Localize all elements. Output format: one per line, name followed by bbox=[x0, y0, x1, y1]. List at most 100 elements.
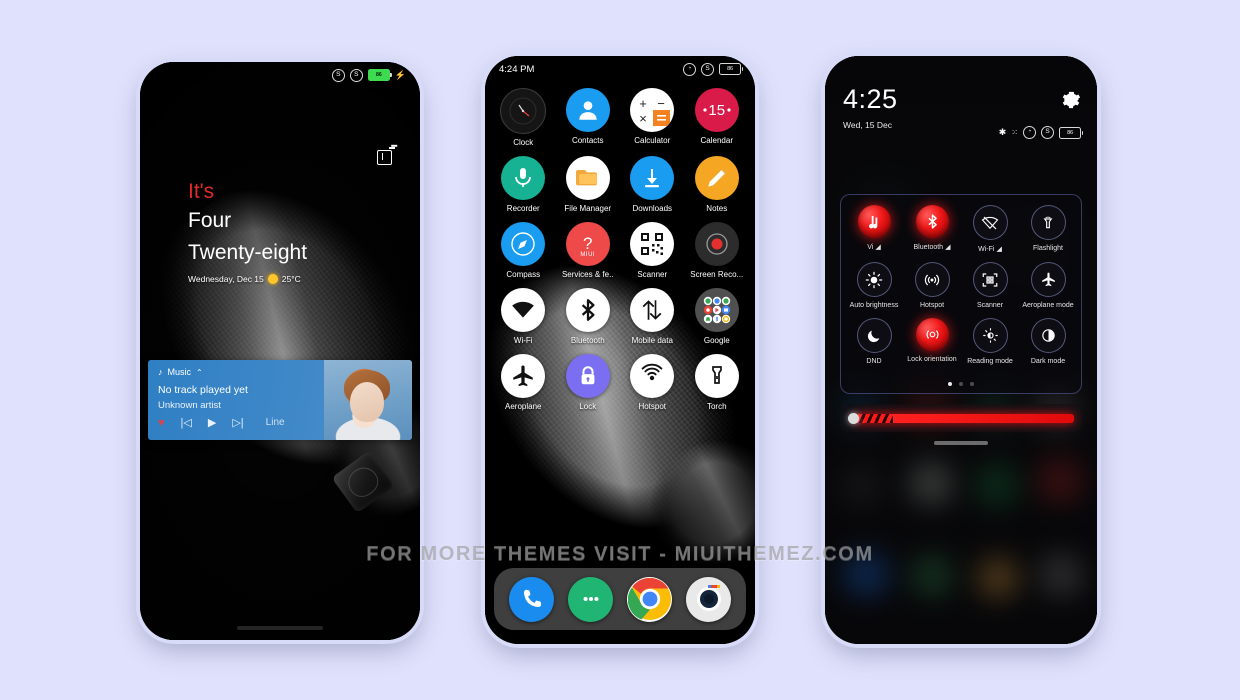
scanner-icon bbox=[972, 262, 1008, 297]
dnd-status-icon: S bbox=[331, 68, 345, 82]
phone-control-center: 4:25 Wed, 15 Dec ✱ ⁙ ◔ S 86 Vi ◢ Bluetoo… bbox=[825, 56, 1097, 644]
flashlight-icon bbox=[1030, 205, 1066, 240]
miui-badge: MIUI bbox=[580, 252, 596, 258]
calendar-icon: 15 bbox=[694, 88, 739, 132]
phone-home-screen: 4:24 PM ◔ S 86 Clock Contacts + − × Calc… bbox=[485, 56, 755, 644]
aeroplane-icon bbox=[1030, 262, 1066, 297]
oneplus-logo-icon bbox=[377, 147, 395, 165]
app-label: Calendar bbox=[700, 136, 733, 145]
signal-status-icon: ⁙ bbox=[1011, 128, 1018, 137]
charging-bolt-icon: ⚡ bbox=[394, 69, 406, 80]
lockscreen-clock: It's Four Twenty-eight Wednesday, Dec 15… bbox=[188, 180, 307, 284]
toggle-bluetooth[interactable]: Bluetooth ◢ bbox=[903, 205, 961, 253]
previous-track-icon[interactable]: |◁ bbox=[181, 416, 192, 429]
toggle-dnd[interactable]: DND bbox=[845, 318, 903, 365]
gear-icon[interactable] bbox=[1061, 90, 1081, 110]
app-label: Lock bbox=[579, 402, 597, 411]
qr-scanner-icon bbox=[630, 222, 675, 266]
app-label: Contacts bbox=[571, 136, 604, 145]
page-dot-1[interactable] bbox=[948, 382, 952, 386]
page-dot-3[interactable] bbox=[970, 382, 974, 386]
recorder-icon bbox=[501, 156, 546, 200]
app-services-feedback[interactable]: ? MIUI Services & fe.. bbox=[556, 222, 621, 279]
toggle-aeroplane-mode[interactable]: Aeroplane mode bbox=[1019, 262, 1077, 309]
hotspot-icon bbox=[914, 262, 950, 297]
phone2-screen: 4:24 PM ◔ S 86 Clock Contacts + − × Calc… bbox=[485, 56, 755, 644]
app-notes[interactable]: Notes bbox=[685, 156, 750, 213]
app-compass[interactable]: Compass bbox=[491, 222, 556, 279]
google-folder-icon bbox=[694, 288, 739, 332]
track-artist: Unknown artist bbox=[158, 400, 221, 411]
home-dock bbox=[494, 568, 746, 630]
toggle-hotspot[interactable]: Hotspot bbox=[903, 262, 961, 309]
contacts-icon bbox=[565, 88, 610, 132]
app-bluetooth[interactable]: Bluetooth bbox=[556, 288, 621, 345]
lock-icon bbox=[565, 354, 610, 398]
temperature-text: 25°C bbox=[281, 273, 301, 284]
app-file-manager[interactable]: File Manager bbox=[556, 156, 621, 213]
chevron-up-icon[interactable]: ⌃ bbox=[196, 368, 203, 377]
status-right: S S 86 ⚡ bbox=[331, 68, 406, 82]
app-aeroplane[interactable]: Aeroplane bbox=[491, 354, 556, 411]
app-downloads[interactable]: Downloads bbox=[620, 156, 685, 213]
app-label: Scanner bbox=[637, 270, 668, 279]
moon-icon bbox=[856, 318, 892, 353]
toggle-flashlight[interactable]: Flashlight bbox=[1019, 205, 1077, 253]
page-dot-2[interactable] bbox=[959, 382, 963, 386]
miui-services-icon: ? MIUI bbox=[565, 222, 610, 266]
app-contacts[interactable]: Contacts bbox=[556, 88, 621, 147]
app-clock[interactable]: Clock bbox=[491, 88, 556, 147]
brightness-slider-icon[interactable] bbox=[848, 412, 859, 424]
app-mobile-data[interactable]: Mobile data bbox=[620, 288, 685, 345]
app-label: File Manager bbox=[564, 204, 612, 213]
toggle-label: Bluetooth ◢ bbox=[913, 243, 951, 252]
app-label: Aeroplane bbox=[505, 402, 542, 411]
app-label: Recorder bbox=[506, 204, 540, 213]
app-label: Mobile data bbox=[631, 336, 673, 345]
app-calendar[interactable]: 15 Calendar bbox=[685, 88, 750, 147]
app-hotspot[interactable]: Hotspot bbox=[620, 354, 685, 411]
sunny-weather-icon bbox=[267, 273, 278, 284]
toggle-reading-mode[interactable]: Reading mode bbox=[961, 318, 1019, 365]
aeroplane-icon bbox=[501, 354, 546, 398]
toggle-scanner[interactable]: Scanner bbox=[961, 262, 1019, 309]
toggle-label: Auto brightness bbox=[849, 302, 899, 309]
play-icon[interactable]: ▶ bbox=[208, 416, 216, 429]
phone-icon[interactable] bbox=[509, 576, 554, 622]
app-label: Clock bbox=[513, 138, 534, 147]
toggle-vi[interactable]: Vi ◢ bbox=[845, 205, 903, 253]
toggle-label: Flashlight bbox=[1033, 245, 1063, 252]
wifi-off-icon bbox=[972, 205, 1008, 240]
brightness-slider[interactable] bbox=[840, 404, 1082, 432]
favorite-icon[interactable]: ♥ bbox=[158, 417, 165, 429]
messages-icon[interactable] bbox=[568, 576, 613, 622]
toggle-wifi[interactable]: Wi-Fi ◢ bbox=[961, 205, 1019, 253]
chrome-icon[interactable] bbox=[627, 576, 672, 622]
app-wifi[interactable]: Wi-Fi bbox=[491, 288, 556, 345]
clock-line-its: It's bbox=[188, 180, 215, 203]
app-torch[interactable]: Torch bbox=[685, 354, 750, 411]
app-google-folder[interactable]: Google bbox=[685, 288, 750, 345]
app-calculator[interactable]: + − × Calculator bbox=[620, 88, 685, 147]
app-screen-recorder[interactable]: Screen Reco... bbox=[685, 222, 750, 279]
navigation-bar-handle[interactable] bbox=[237, 626, 323, 630]
audio-output-label[interactable]: Line bbox=[266, 417, 285, 428]
panel-drag-handle[interactable] bbox=[934, 441, 988, 445]
toggle-lock-orientation[interactable]: Lock orientation bbox=[903, 318, 961, 365]
clock-icon bbox=[500, 88, 547, 134]
camera-icon[interactable] bbox=[686, 576, 731, 622]
brightness-slider-track[interactable] bbox=[855, 413, 1074, 423]
next-track-icon[interactable]: ▷| bbox=[232, 416, 243, 429]
toggle-dark-mode[interactable]: Dark mode bbox=[1019, 318, 1077, 365]
dnd-status-icon: ◔ bbox=[683, 62, 696, 76]
signal-bars-icon: ◢ bbox=[996, 246, 1002, 253]
toggle-auto-brightness[interactable]: Auto brightness bbox=[845, 262, 903, 309]
toggle-label: Reading mode bbox=[967, 358, 1013, 365]
svg-text:+: + bbox=[639, 96, 647, 111]
music-notification-card[interactable]: ♪ Music ⌃ No track played yet Unknown ar… bbox=[148, 360, 412, 440]
file-manager-icon bbox=[565, 156, 610, 200]
app-recorder[interactable]: Recorder bbox=[491, 156, 556, 213]
app-scanner[interactable]: Scanner bbox=[620, 222, 685, 279]
wifi-icon bbox=[501, 288, 546, 332]
app-lock[interactable]: Lock bbox=[556, 354, 621, 411]
